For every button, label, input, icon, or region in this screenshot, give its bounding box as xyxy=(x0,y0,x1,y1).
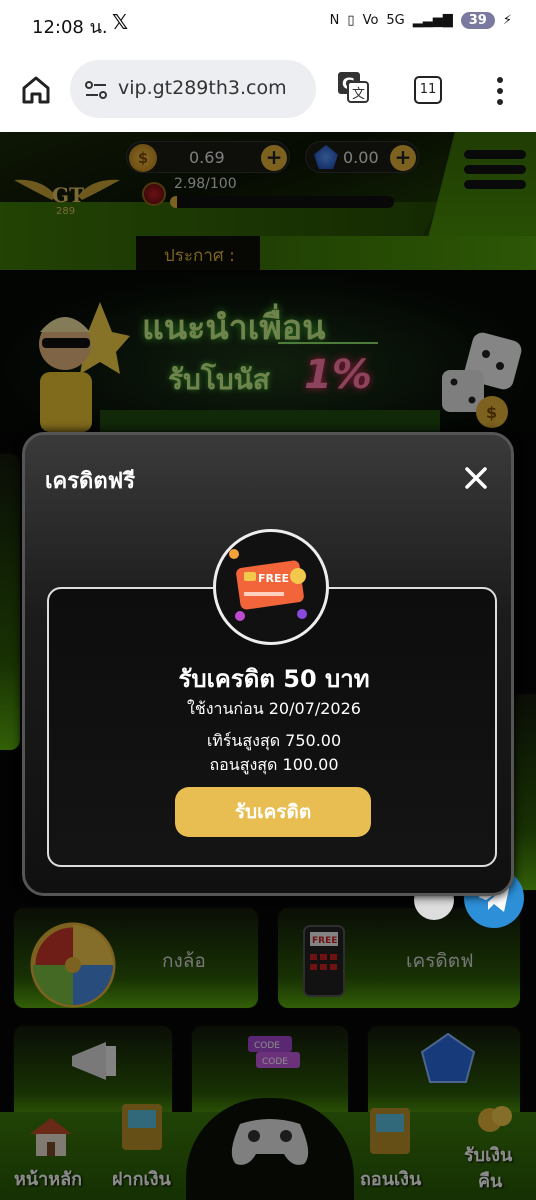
free-credit-modal: เครดิตฟรี รับเครดิต 50 บาท ใช้งานก่อน 20… xyxy=(22,432,514,896)
max-withdraw-text: ถอนสูงสุด 100.00 xyxy=(209,755,339,774)
signal-icon: ▂▃▅▇ xyxy=(412,13,453,28)
free-credit-card-badge: FREE xyxy=(213,529,329,645)
site-settings-icon[interactable] xyxy=(84,78,108,102)
charging-icon: ⚡ xyxy=(502,13,512,28)
network-label: 5G xyxy=(386,13,405,28)
modal-title: เครดิตฟรี xyxy=(45,469,136,494)
nfc-icon: N xyxy=(329,13,340,28)
tab-switcher-button[interactable]: 11 xyxy=(414,76,442,104)
x-logo-icon: 𝕏 xyxy=(112,10,129,34)
claim-credit-button[interactable]: รับเครดิต xyxy=(175,787,371,837)
close-icon[interactable] xyxy=(463,465,489,491)
svg-text:文: 文 xyxy=(352,87,365,102)
battery-level: 39 xyxy=(460,12,495,29)
credit-amount-heading: รับเครดิต 50 บาท xyxy=(178,665,370,693)
max-turnover-text: เทิร์นสูงสุด 750.00 xyxy=(206,731,342,750)
status-icons: N ▯ Vo 5G ▂▃▅▇ 39 ⚡ xyxy=(330,12,512,29)
expire-date-text: ใช้งานก่อน 20/07/2026 xyxy=(187,699,361,718)
url-text: vip.gt289th3.com xyxy=(118,77,287,99)
status-bar: 12:08 น. 𝕏 N ▯ Vo 5G ▂▃▅▇ 39 ⚡ xyxy=(0,0,536,48)
address-bar[interactable]: vip.gt289th3.com xyxy=(70,60,316,118)
browser-toolbar: vip.gt289th3.com G 文 11 xyxy=(0,48,536,132)
more-menu-icon[interactable] xyxy=(490,74,510,108)
volte-icon: Vo xyxy=(362,13,379,28)
translate-icon[interactable]: G 文 xyxy=(336,70,370,104)
status-time: 12:08 น. xyxy=(32,17,108,38)
free-card-icon: FREE xyxy=(229,549,307,621)
home-icon[interactable] xyxy=(20,74,52,106)
vibrate-icon: ▯ xyxy=(347,13,355,28)
free-badge-text: FREE xyxy=(258,572,289,585)
